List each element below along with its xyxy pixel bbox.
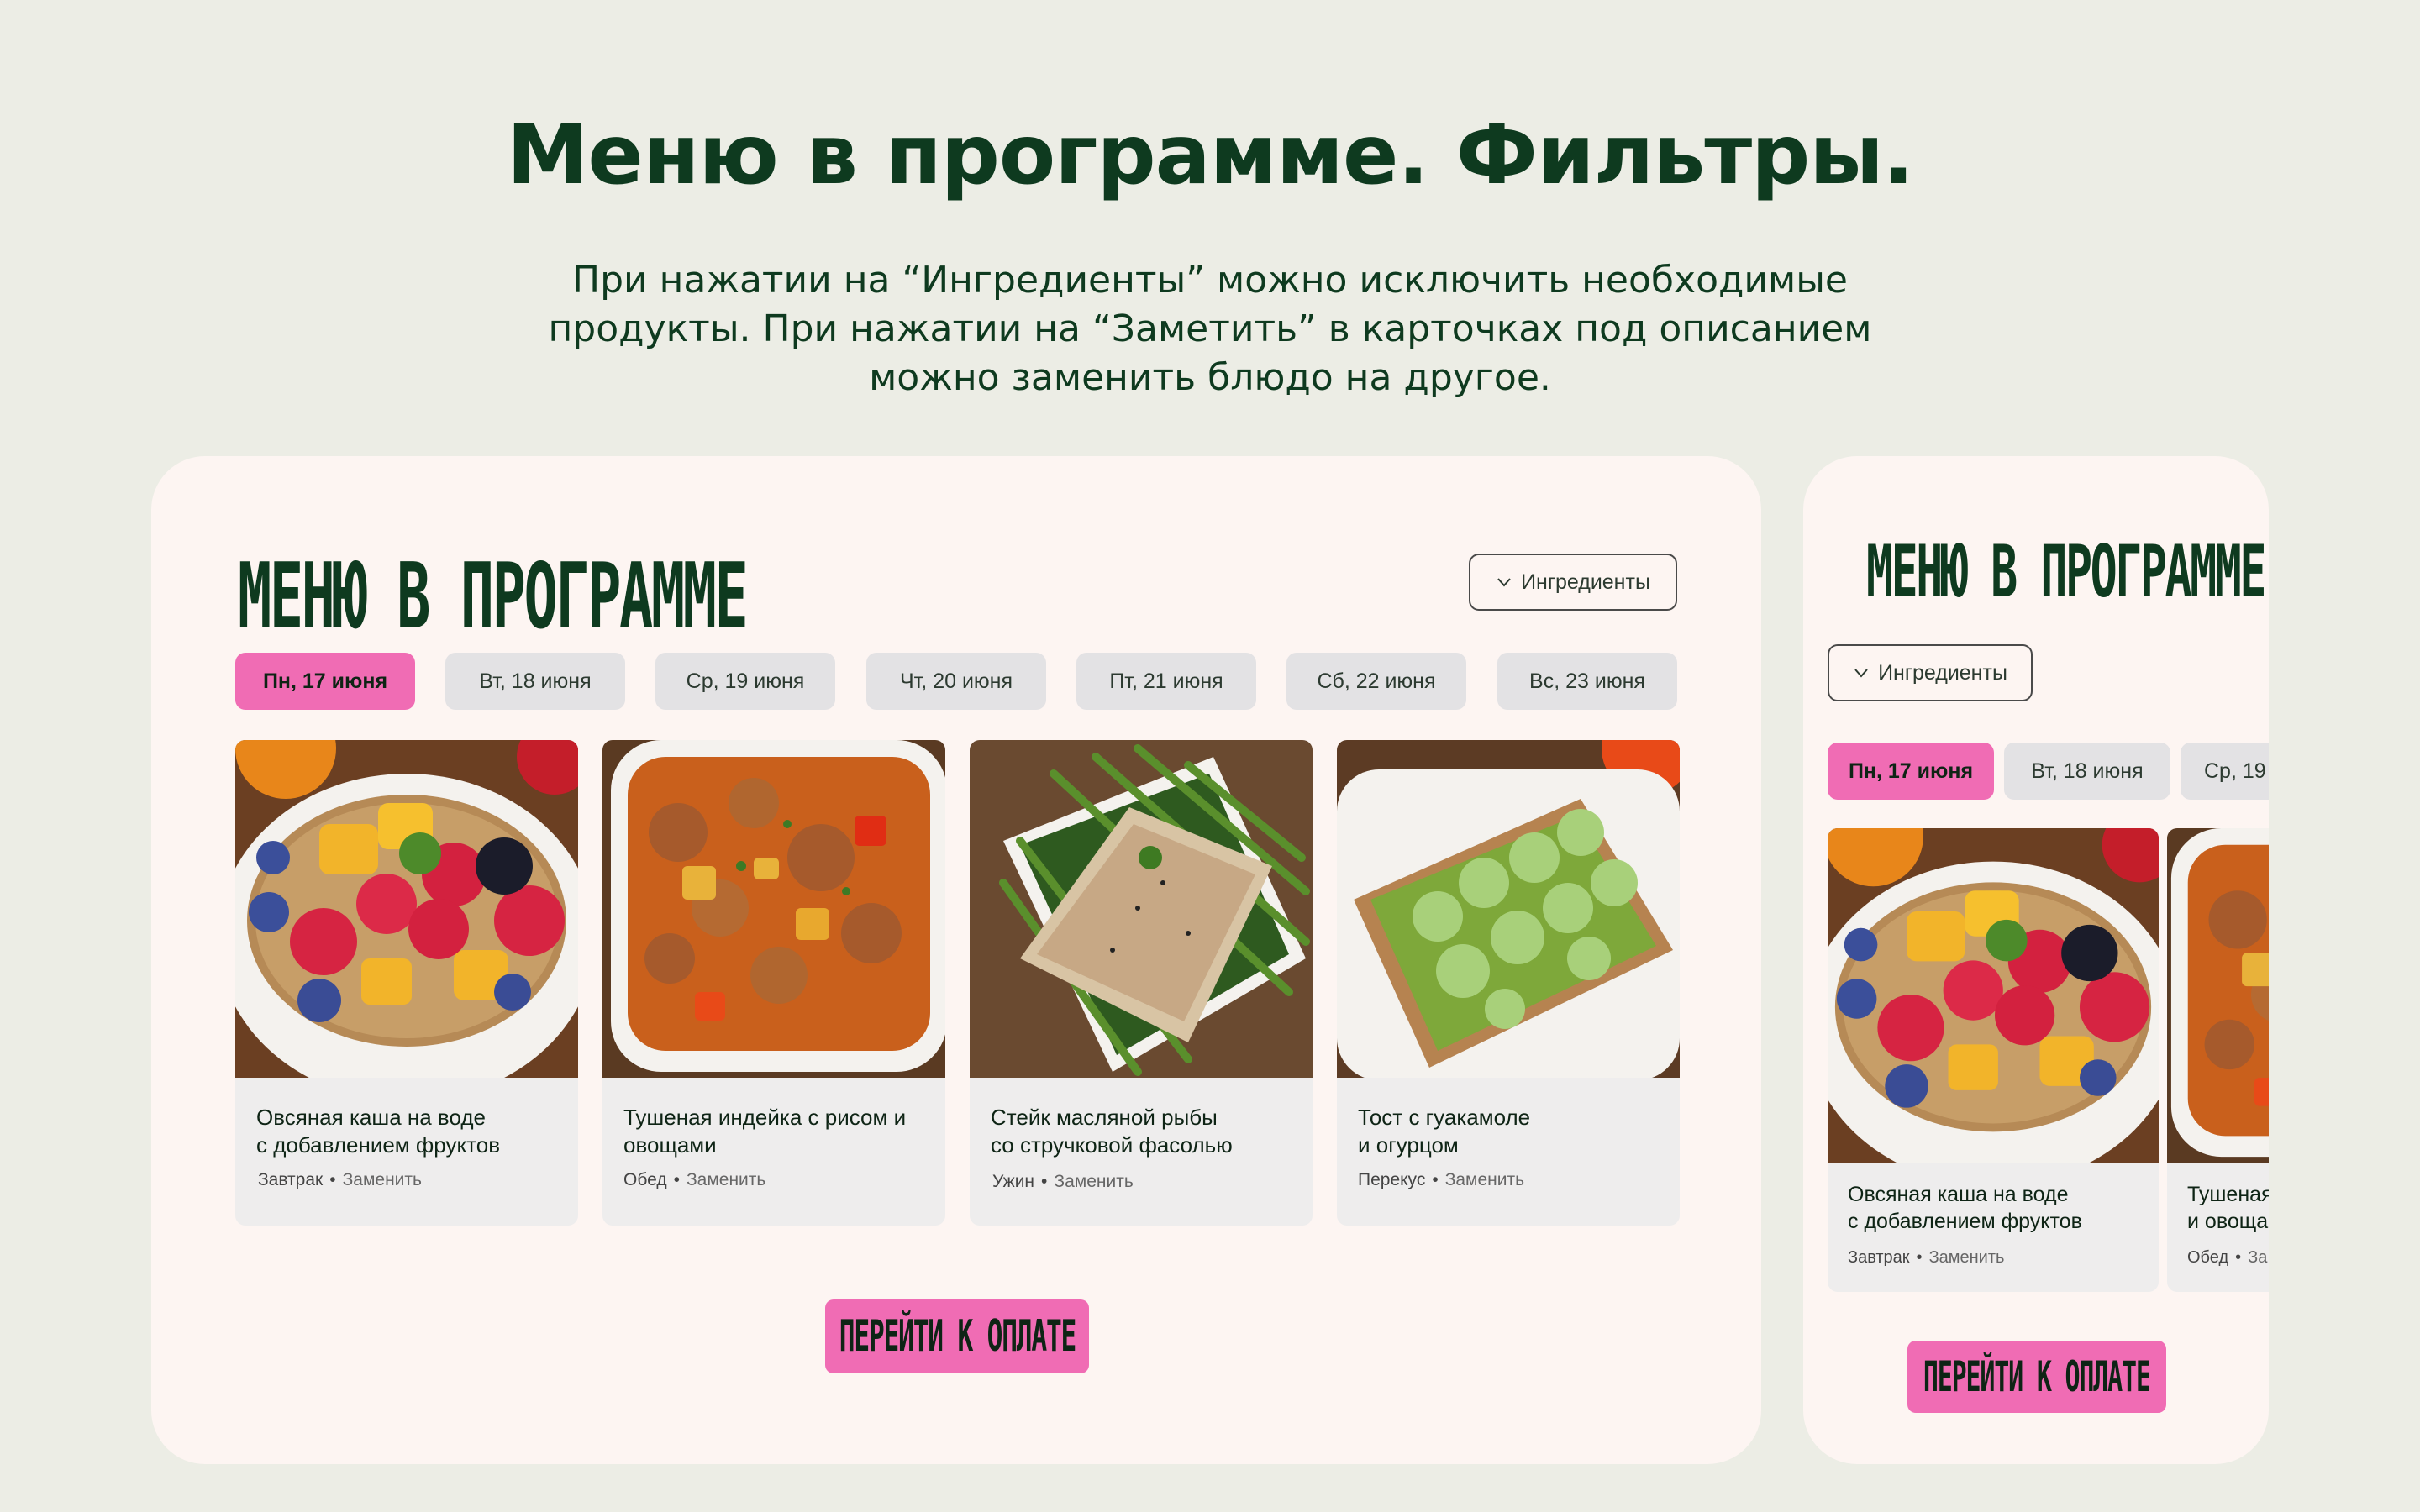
card-meta: Обед • За xyxy=(2187,1248,2267,1268)
tab-day-tue[interactable]: Вт, 18 июня xyxy=(2004,743,2170,800)
pay-button-label: ПЕРЕЙТИ К ОПЛАТЕ xyxy=(839,1311,1076,1362)
go-to-payment-button[interactable]: ПЕРЕЙТИ К ОПЛАТЕ xyxy=(1907,1341,2166,1413)
meal-type: Ужин xyxy=(992,1172,1035,1191)
page-description: При нажатии на “Ингредиенты” можно исклю… xyxy=(504,256,1916,402)
menu-heading: МЕНЮ В ПРОГРАММЕ xyxy=(1866,530,2266,614)
meal-type: Завтрак xyxy=(1848,1248,1910,1267)
meal-type: Обед xyxy=(2187,1248,2229,1267)
meal-card[interactable]: Стейк масляной рыбы со стручковой фасоль… xyxy=(970,740,1313,1226)
tab-day-sun[interactable]: Вс, 23 июня xyxy=(1497,653,1677,710)
meal-card[interactable]: Тост с гуакамоле и огурцом Перекус • Зам… xyxy=(1337,740,1680,1226)
card-title: и овоща xyxy=(2187,1210,2269,1233)
meta-separator: • xyxy=(329,1170,336,1189)
card-title: Овсяная каша на воде xyxy=(256,1105,486,1130)
meal-card[interactable]: Тушеная индейка с рисом и овощами Обед •… xyxy=(602,740,945,1226)
chevron-down-icon xyxy=(1497,578,1511,587)
tab-day-thu[interactable]: Чт, 20 июня xyxy=(866,653,1046,710)
pay-button-label: ПЕРЕЙТИ К ОПЛАТЕ xyxy=(1923,1352,2151,1401)
card-title: со стручковой фасолью xyxy=(991,1132,1233,1158)
turkey-rice-stew-image xyxy=(2167,828,2269,1163)
meta-separator: • xyxy=(1432,1170,1439,1189)
tab-day-wed[interactable]: Ср, 19 и xyxy=(2181,743,2269,800)
ingredients-filter-button[interactable]: Ингредиенты xyxy=(1828,644,2033,701)
meal-type: Завтрак xyxy=(258,1170,324,1189)
card-title: с добавлением фруктов xyxy=(1848,1210,2082,1233)
card-title: овощами xyxy=(623,1132,717,1158)
ingredients-label: Ингредиенты xyxy=(1878,660,2007,685)
tab-day-mon[interactable]: Пн, 17 июня xyxy=(235,653,415,710)
card-title: с добавлением фруктов xyxy=(256,1132,501,1158)
meal-card[interactable]: Овсяная каша на воде с добавлением фрукт… xyxy=(1828,828,2159,1292)
meta-separator: • xyxy=(1916,1248,1923,1267)
oatmeal-fruit-bowl-image xyxy=(1828,828,2159,1163)
menu-heading: МЕНЮ В ПРОГРАММЕ xyxy=(238,544,749,649)
meta-separator: • xyxy=(673,1170,680,1189)
card-title: Тушеная индейка с рисом и xyxy=(623,1105,907,1130)
desktop-menu-panel: МЕНЮ В ПРОГРАММЕ Ингредиенты Пн, 17 июня… xyxy=(151,456,1761,1464)
oatmeal-fruit-bowl-image xyxy=(235,740,578,1078)
card-title: Тост с гуакамоле xyxy=(1358,1105,1531,1130)
meta-separator: • xyxy=(2235,1248,2242,1267)
tab-day-fri[interactable]: Пт, 21 июня xyxy=(1076,653,1256,710)
description-line: продукты. При нажатии на “Заметить” в ка… xyxy=(548,307,1872,350)
tab-day-mon[interactable]: Пн, 17 июня xyxy=(1828,743,1994,800)
replace-link[interactable]: Заменить xyxy=(1054,1172,1133,1192)
card-meta: Завтрак • Заменить xyxy=(1848,1248,2004,1268)
meal-type: Перекус xyxy=(1358,1170,1426,1189)
go-to-payment-button[interactable]: ПЕРЕЙТИ К ОПЛАТЕ xyxy=(825,1299,1089,1373)
guacamole-cucumber-toast-image xyxy=(1337,740,1680,1078)
card-title: Стейк масляной рыбы xyxy=(991,1105,1218,1130)
mobile-menu-panel: МЕНЮ В ПРОГРАММЕ Ингредиенты Пн, 17 июня… xyxy=(1803,456,2269,1464)
tab-day-sat[interactable]: Сб, 22 июня xyxy=(1286,653,1466,710)
tab-day-wed[interactable]: Ср, 19 июня xyxy=(655,653,835,710)
card-meta: Завтрак • Заменить xyxy=(258,1170,422,1190)
meta-separator: • xyxy=(1041,1172,1048,1191)
fish-steak-green-beans-image xyxy=(970,740,1313,1078)
tab-day-tue[interactable]: Вт, 18 июня xyxy=(445,653,625,710)
card-meta: Обед • Заменить xyxy=(623,1170,765,1190)
card-title: и огурцом xyxy=(1358,1132,1459,1158)
card-meta: Перекус • Заменить xyxy=(1358,1170,1524,1190)
replace-link[interactable]: Заменить xyxy=(1445,1170,1524,1190)
description-line: При нажатии на “Ингредиенты” можно исклю… xyxy=(571,259,1849,302)
description-line: можно заменить блюдо на другое. xyxy=(869,356,1551,399)
replace-link[interactable]: Заменить xyxy=(343,1170,422,1190)
meal-type: Обед xyxy=(623,1170,667,1189)
ingredients-label: Ингредиенты xyxy=(1521,570,1650,594)
card-title: Овсяная каша на воде xyxy=(1848,1183,2069,1206)
meal-card[interactable]: Овсяная каша на воде с добавлением фрукт… xyxy=(235,740,578,1226)
replace-link[interactable]: За xyxy=(2248,1248,2267,1268)
ingredients-filter-button[interactable]: Ингредиенты xyxy=(1469,554,1677,611)
chevron-down-icon xyxy=(1854,669,1868,678)
meal-card[interactable]: Тушеная и овоща Обед • За xyxy=(2167,828,2269,1292)
replace-link[interactable]: Заменить xyxy=(687,1170,765,1190)
card-meta: Ужин • Заменить xyxy=(992,1172,1134,1192)
page-title: Меню в программе. Фильтры. xyxy=(506,108,1914,203)
replace-link[interactable]: Заменить xyxy=(1929,1248,2005,1268)
card-title: Тушеная xyxy=(2187,1183,2269,1206)
turkey-rice-stew-image xyxy=(602,740,945,1078)
